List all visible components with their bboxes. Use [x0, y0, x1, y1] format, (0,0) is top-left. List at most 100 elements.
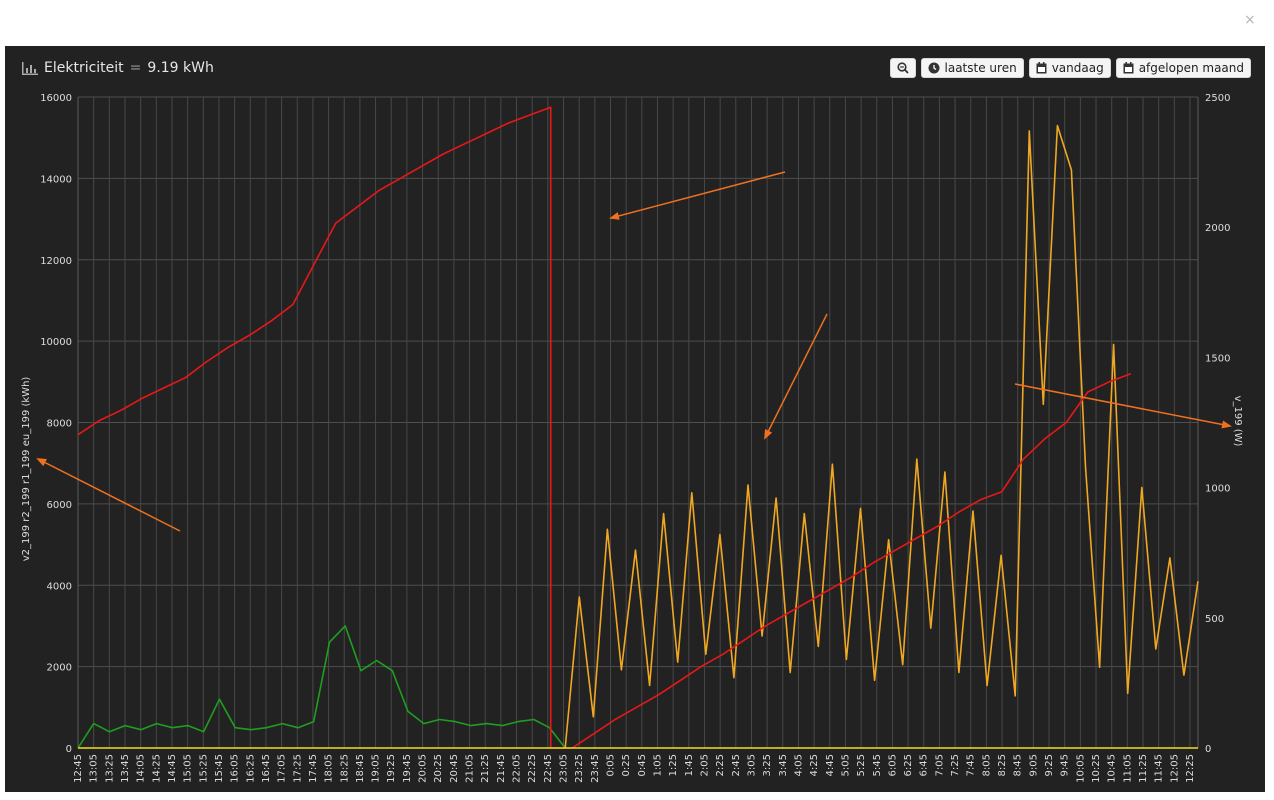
x-tick-label: 21:45: [496, 754, 507, 783]
x-tick-label: 6:45: [919, 754, 930, 776]
x-tick-label: 9:25: [1044, 754, 1055, 776]
x-tick-label: 23:25: [574, 754, 585, 783]
x-tick-label: 6:25: [903, 754, 914, 776]
left-tick-label: 0: [66, 744, 72, 755]
x-tick-label: 20:45: [449, 754, 460, 783]
annotation-arrows: [36, 171, 1232, 532]
x-tick-label: 1:45: [684, 754, 695, 776]
left-tick-label: 8000: [47, 419, 72, 430]
x-tick-label: 9:05: [1028, 754, 1039, 776]
left-tick-label: 16000: [40, 93, 72, 104]
x-tick-label: 21:05: [465, 754, 476, 783]
left-tick-label: 14000: [40, 174, 72, 185]
left-axis-ticks: 0 2000 4000 6000 8000 10000 12000 14000 16000: [40, 93, 72, 755]
x-tick-label: 19:05: [371, 754, 382, 783]
x-tick-label: 19:45: [402, 754, 413, 783]
x-tick-label: 3:05: [746, 754, 757, 776]
x-tick-label: 14:25: [151, 754, 162, 783]
x-tick-label: 0:05: [606, 754, 617, 776]
x-tick-label: 9:45: [1060, 754, 1071, 776]
x-tick-label: 11:45: [1154, 754, 1165, 783]
series-line: [564, 124, 1199, 749]
x-tick-label: 15:45: [214, 754, 225, 783]
x-tick-label: 18:05: [324, 754, 335, 783]
x-tick-label: 22:25: [527, 754, 538, 783]
x-tick-label: 16:45: [261, 754, 272, 783]
left-tick-label: 6000: [47, 500, 72, 511]
x-tick-label: 17:25: [292, 754, 303, 783]
x-tick-label: 7:05: [934, 754, 945, 776]
x-tick-label: 5:25: [856, 754, 867, 776]
x-tick-label: 13:45: [120, 754, 131, 783]
x-tick-label: 4:05: [793, 754, 804, 776]
right-tick-label: 0: [1205, 744, 1211, 755]
x-tick-label: 13:05: [89, 754, 100, 783]
annotation-arrow: [609, 171, 786, 220]
right-tick-label: 500: [1205, 614, 1224, 625]
right-tick-label: 1000: [1205, 484, 1230, 495]
x-tick-label: 14:05: [136, 754, 147, 783]
x-tick-label: 10:25: [1091, 754, 1102, 783]
x-tick-label: 1:25: [668, 754, 679, 776]
left-tick-label: 4000: [47, 581, 72, 592]
annotation-arrow: [764, 313, 828, 440]
x-tick-label: 7:25: [950, 754, 961, 776]
x-tick-label: 3:45: [778, 754, 789, 776]
x-tick-label: 1:05: [652, 754, 663, 776]
x-tick-label: 15:25: [198, 754, 209, 783]
x-tick-label: 6:05: [887, 754, 898, 776]
chart-series: [77, 106, 1199, 749]
x-tick-label: 22:45: [543, 754, 554, 783]
x-tick-label: 18:45: [355, 754, 366, 783]
line-chart: 0 2000 4000 6000 8000 10000 12000 14000 16000 0 5…: [21, 93, 1243, 783]
x-tick-label: 19:25: [386, 754, 397, 783]
x-tick-label: 0:25: [621, 754, 632, 776]
x-tick-label: 8:05: [981, 754, 992, 776]
right-tick-label: 1500: [1205, 353, 1230, 364]
x-tick-label: 20:05: [418, 754, 429, 783]
x-tick-label: 20:25: [433, 754, 444, 783]
left-tick-label: 2000: [47, 663, 72, 674]
right-tick-label: 2500: [1205, 93, 1230, 104]
chart-panel: Elektriciteit = 9.19 kWh laatste uren va…: [5, 46, 1265, 792]
right-tick-label: 2000: [1205, 223, 1230, 234]
chart-grid: [77, 96, 1199, 749]
x-tick-label: 2:45: [731, 754, 742, 776]
x-tick-label: 8:45: [1013, 754, 1024, 776]
series-line: [77, 106, 1132, 749]
x-tick-label: 12:25: [1185, 754, 1196, 783]
x-axis-ticks: 12:45 13:05 13:25 13:45 14:05 14:25 14:45 15:05…: [73, 754, 1196, 783]
x-tick-label: 22:05: [512, 754, 523, 783]
x-tick-label: 4:45: [825, 754, 836, 776]
x-tick-label: 7:45: [966, 754, 977, 776]
left-tick-label: 12000: [40, 256, 72, 267]
x-tick-label: 21:25: [480, 754, 491, 783]
right-axis-label: v_199 (W): [1232, 396, 1243, 447]
x-tick-label: 15:05: [183, 754, 194, 783]
x-tick-label: 13:25: [104, 754, 115, 783]
x-tick-label: 2:05: [699, 754, 710, 776]
series-line: [77, 625, 566, 749]
close-icon[interactable]: ×: [1244, 10, 1256, 30]
x-tick-label: 2:25: [715, 754, 726, 776]
x-tick-label: 10:05: [1075, 754, 1086, 783]
x-tick-label: 10:45: [1107, 754, 1118, 783]
x-tick-label: 5:05: [840, 754, 851, 776]
x-tick-label: 16:25: [245, 754, 256, 783]
x-tick-label: 12:05: [1169, 754, 1180, 783]
x-tick-label: 17:45: [308, 754, 319, 783]
x-tick-label: 3:25: [762, 754, 773, 776]
x-tick-label: 12:45: [73, 754, 84, 783]
left-axis-label: v2_199 r2_199 r1_199 eu_199 (kWh): [21, 377, 32, 562]
x-tick-label: 11:05: [1122, 754, 1133, 783]
x-tick-label: 16:05: [230, 754, 241, 783]
x-tick-label: 8:25: [997, 754, 1008, 776]
x-tick-label: 18:25: [339, 754, 350, 783]
x-tick-label: 14:45: [167, 754, 178, 783]
x-tick-label: 23:05: [559, 754, 570, 783]
x-tick-label: 17:05: [277, 754, 288, 783]
left-tick-label: 10000: [40, 337, 72, 348]
x-tick-label: 4:25: [809, 754, 820, 776]
x-tick-label: 0:45: [637, 754, 648, 776]
x-tick-label: 11:25: [1138, 754, 1149, 783]
